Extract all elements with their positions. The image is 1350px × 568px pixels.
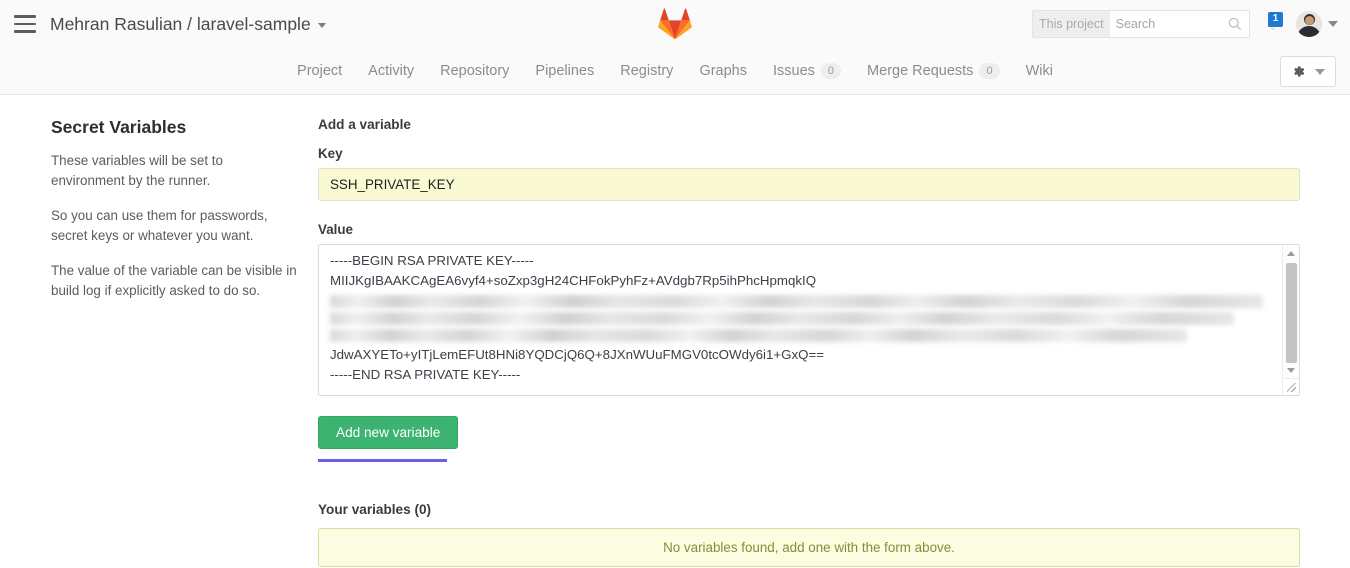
search-icon[interactable] xyxy=(1228,17,1242,31)
description-paragraph: So you can use them for passwords, secre… xyxy=(51,206,298,246)
nav-item-registry[interactable]: Registry xyxy=(607,63,686,79)
empty-variables-alert: No variables found, add one with the for… xyxy=(318,528,1300,567)
chevron-down-icon xyxy=(1315,69,1325,75)
nav-item-activity[interactable]: Activity xyxy=(355,63,427,79)
merge-requests-count-badge: 0 xyxy=(979,63,999,79)
form-heading: Add a variable xyxy=(318,117,1300,132)
project-navigation-bar: Project Activity Repository Pipelines Re… xyxy=(0,48,1350,95)
project-settings-button[interactable] xyxy=(1280,56,1336,87)
value-line: -----BEGIN RSA PRIVATE KEY----- xyxy=(330,251,1272,271)
hamburger-icon[interactable] xyxy=(14,15,36,33)
nav-label: Pipelines xyxy=(535,63,594,79)
issues-count-badge: 0 xyxy=(821,63,841,79)
gear-icon xyxy=(1291,64,1306,79)
nav-item-repository[interactable]: Repository xyxy=(427,63,522,79)
key-input[interactable] xyxy=(318,168,1300,201)
settings-description-panel: Secret Variables These variables will be… xyxy=(0,117,318,567)
scroll-up-icon[interactable] xyxy=(1283,245,1299,261)
nav-label: Registry xyxy=(620,63,673,79)
value-line: MIIJKgIBAAKCAgEA6vyf4+soZxp3gH24CHFokPyh… xyxy=(330,271,1272,291)
nav-label: Activity xyxy=(368,63,414,79)
description-paragraph: The value of the variable can be visible… xyxy=(51,261,298,301)
submit-row: Add new variable xyxy=(318,416,458,462)
app-root: Mehran Rasulian / laravel-sample This pr… xyxy=(0,0,1350,568)
scrollbar-thumb[interactable] xyxy=(1286,263,1297,363)
value-textarea[interactable]: -----BEGIN RSA PRIVATE KEY----- MIIJKgIB… xyxy=(318,244,1300,396)
your-variables-heading: Your variables (0) xyxy=(318,502,1300,517)
value-line-redacted xyxy=(330,295,1263,308)
breadcrumb[interactable]: Mehran Rasulian / laravel-sample xyxy=(50,14,326,35)
notification-count-badge: 1 xyxy=(1268,12,1283,27)
value-textarea-content[interactable]: -----BEGIN RSA PRIVATE KEY----- MIIJKgIB… xyxy=(319,245,1282,395)
gitlab-logo-icon[interactable] xyxy=(658,8,692,40)
value-line: -----END RSA PRIVATE KEY----- xyxy=(330,365,1272,385)
top-bar-right-group: This project 1 xyxy=(1032,10,1338,38)
chevron-down-icon xyxy=(318,23,326,28)
highlight-underline xyxy=(318,459,447,462)
top-navigation-bar: Mehran Rasulian / laravel-sample This pr… xyxy=(0,0,1350,48)
value-line: JdwAXYETo+yITjLemEFUt8HNi8YQDCjQ6Q+8JXnW… xyxy=(330,345,1272,365)
key-field-label: Key xyxy=(318,146,1300,161)
nav-item-graphs[interactable]: Graphs xyxy=(686,63,760,79)
nav-item-project[interactable]: Project xyxy=(284,63,355,79)
nav-items: Project Activity Repository Pipelines Re… xyxy=(284,63,1066,79)
value-line-redacted xyxy=(330,329,1187,342)
chevron-down-icon xyxy=(1328,21,1338,27)
nav-label: Issues xyxy=(773,63,815,79)
nav-label: Wiki xyxy=(1026,63,1053,79)
scroll-down-icon[interactable] xyxy=(1283,362,1299,378)
value-line-redacted xyxy=(330,312,1234,325)
value-field-label: Value xyxy=(318,222,1300,237)
search-box[interactable]: This project xyxy=(1032,10,1250,38)
resize-handle[interactable] xyxy=(1282,378,1299,395)
search-scope-label: This project xyxy=(1033,11,1110,37)
textarea-scrollbar[interactable] xyxy=(1282,245,1299,395)
breadcrumb-label: Mehran Rasulian / laravel-sample xyxy=(50,14,311,35)
search-input[interactable] xyxy=(1110,17,1228,31)
add-new-variable-button[interactable]: Add new variable xyxy=(318,416,458,449)
nav-label: Project xyxy=(297,63,342,79)
page-title: Secret Variables xyxy=(51,117,298,138)
avatar xyxy=(1296,11,1322,37)
nav-item-pipelines[interactable]: Pipelines xyxy=(522,63,607,79)
nav-label: Merge Requests xyxy=(867,63,973,79)
notifications-button[interactable]: 1 xyxy=(1260,11,1286,37)
nav-label: Repository xyxy=(440,63,509,79)
nav-label: Graphs xyxy=(699,63,747,79)
nav-item-merge-requests[interactable]: Merge Requests 0 xyxy=(854,63,1013,79)
variable-form-panel: Add a variable Key Value -----BEGIN RSA … xyxy=(318,117,1350,567)
description-paragraph: These variables will be set to environme… xyxy=(51,151,298,191)
user-menu-button[interactable] xyxy=(1296,11,1338,37)
nav-item-issues[interactable]: Issues 0 xyxy=(760,63,854,79)
nav-item-wiki[interactable]: Wiki xyxy=(1013,63,1066,79)
page-content: Secret Variables These variables will be… xyxy=(0,95,1350,567)
